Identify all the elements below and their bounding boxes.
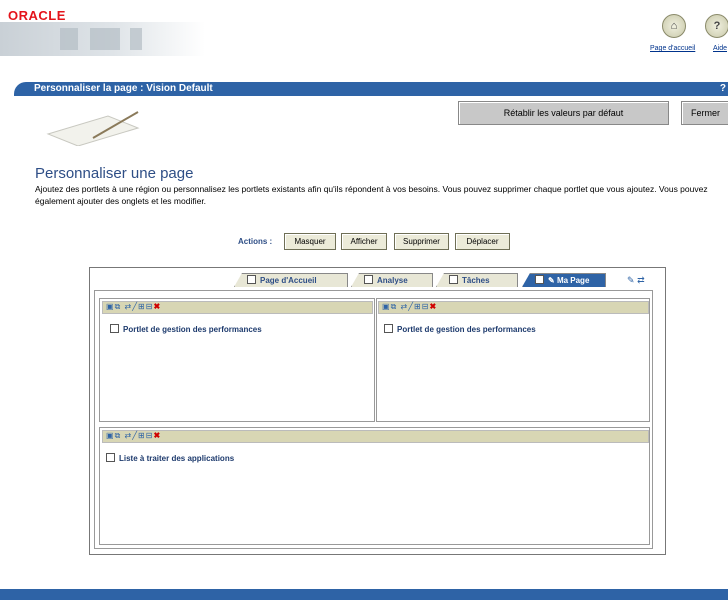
paper-pen-icon bbox=[46, 111, 140, 146]
portlet-checkbox[interactable] bbox=[106, 453, 115, 462]
footer-bar bbox=[0, 589, 728, 600]
help-link[interactable]: Aide bbox=[713, 45, 727, 52]
tab-label: Analyse bbox=[377, 276, 408, 285]
portlet-checkbox[interactable] bbox=[110, 324, 119, 333]
region-top-left bbox=[99, 298, 375, 422]
portlet-item[interactable]: Liste à traiter des applications bbox=[106, 453, 234, 463]
region-toolbar: ▣⧉ ⇄╱⊞⊟✖ bbox=[102, 301, 373, 314]
portlet-checkbox[interactable] bbox=[384, 324, 393, 333]
section-heading: Personnaliser une page bbox=[35, 165, 194, 182]
oracle-logo: ORACLE bbox=[8, 8, 66, 23]
hide-button[interactable]: Masquer bbox=[284, 233, 336, 250]
move-tabs-icon[interactable]: ⇄ bbox=[637, 275, 645, 285]
titlebar-help-icon[interactable]: ? bbox=[720, 83, 726, 94]
add-portlet-icon[interactable]: ▣ bbox=[106, 431, 115, 440]
add-portlet-icon[interactable]: ▣ bbox=[106, 302, 115, 311]
tab-label: Page d'Accueil bbox=[260, 276, 317, 285]
show-button[interactable]: Afficher bbox=[341, 233, 387, 250]
tab-ma-page[interactable]: ✎ Ma Page bbox=[522, 273, 606, 287]
region-toolbar: ▣⧉ ⇄╱⊞⊟✖ bbox=[378, 301, 649, 314]
delete-region-icon[interactable]: ✖ bbox=[153, 302, 161, 311]
portlet-item[interactable]: Portlet de gestion des performances bbox=[384, 324, 536, 334]
region-top-right bbox=[376, 298, 650, 422]
reset-defaults-button[interactable]: Rétablir les valeurs par défaut bbox=[458, 101, 669, 125]
add-portlet-icon[interactable]: ▣ bbox=[382, 302, 391, 311]
tab-checkbox[interactable] bbox=[449, 275, 458, 284]
portlet-label: Portlet de gestion des performances bbox=[123, 325, 262, 334]
section-description: Ajoutez des portlets à une région ou per… bbox=[35, 184, 708, 206]
split-vertical-icon[interactable]: ⊞ bbox=[414, 302, 422, 311]
region-tools: ▣⧉ ⇄╱⊞⊟✖ bbox=[382, 302, 437, 312]
delete-region-icon[interactable]: ✖ bbox=[429, 302, 437, 311]
copy-icon[interactable]: ⧉ bbox=[115, 302, 122, 311]
move-button[interactable]: Déplacer bbox=[455, 233, 510, 250]
copy-icon[interactable]: ⧉ bbox=[115, 431, 122, 440]
edit-tabs-icon[interactable]: ✎ bbox=[627, 275, 635, 285]
region-bottom bbox=[99, 427, 650, 545]
tab-checkbox[interactable] bbox=[364, 275, 373, 284]
tab-label: Tâches bbox=[462, 276, 490, 285]
help-icon[interactable]: ? bbox=[705, 14, 728, 38]
tab-page-accueil[interactable]: Page d'Accueil bbox=[234, 273, 348, 287]
split-vertical-icon[interactable]: ⊞ bbox=[138, 431, 146, 440]
close-button[interactable]: Fermer bbox=[681, 101, 728, 125]
tab-label: Ma Page bbox=[556, 276, 590, 285]
header-banner-image bbox=[0, 22, 205, 56]
home-icon[interactable]: ⌂ bbox=[662, 14, 686, 38]
portlet-label: Portlet de gestion des performances bbox=[397, 325, 536, 334]
actions-label: Actions : bbox=[238, 237, 273, 246]
page-title: Personnaliser la page : Vision Default bbox=[34, 83, 213, 94]
home-link[interactable]: Page d'accueil bbox=[650, 45, 695, 52]
copy-icon[interactable]: ⧉ bbox=[391, 302, 398, 311]
tab-checkbox[interactable] bbox=[535, 275, 544, 284]
page-titlebar: Personnaliser la page : Vision Default ? bbox=[34, 82, 728, 96]
portlet-item[interactable]: Portlet de gestion des performances bbox=[110, 324, 262, 334]
delete-region-icon[interactable]: ✖ bbox=[153, 431, 161, 440]
region-toolbar: ▣⧉ ⇄╱⊞⊟✖ bbox=[102, 430, 649, 443]
region-tools: ▣⧉ ⇄╱⊞⊟✖ bbox=[106, 431, 161, 441]
tab-analyse[interactable]: Analyse bbox=[351, 273, 433, 287]
edit-tab-icon[interactable]: ✎ bbox=[548, 276, 557, 285]
delete-button[interactable]: Supprimer bbox=[394, 233, 449, 250]
tab-taches[interactable]: Tâches bbox=[436, 273, 518, 287]
split-vertical-icon[interactable]: ⊞ bbox=[138, 302, 146, 311]
tab-checkbox[interactable] bbox=[247, 275, 256, 284]
portlet-label: Liste à traiter des applications bbox=[119, 454, 235, 463]
titlebar-corner bbox=[14, 82, 34, 96]
tab-tools: ✎ ⇄ bbox=[627, 275, 645, 286]
region-tools: ▣⧉ ⇄╱⊞⊟✖ bbox=[106, 302, 161, 312]
